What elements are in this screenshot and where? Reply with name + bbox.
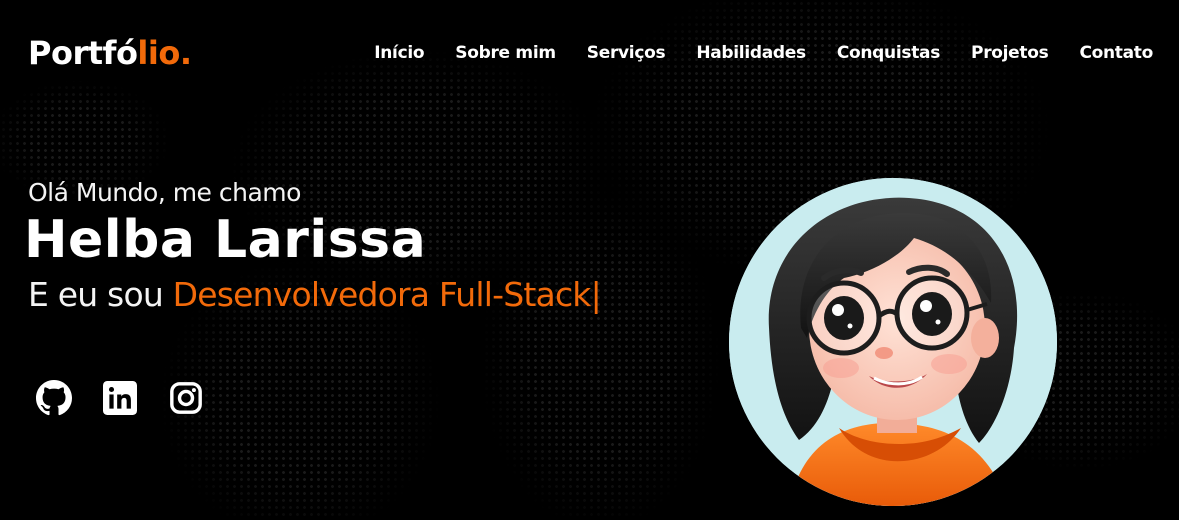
nav-projetos[interactable]: Projetos: [971, 43, 1049, 63]
nav-contato[interactable]: Contato: [1079, 43, 1153, 63]
site-header: Portfólio. Início Sobre mim Serviços Hab…: [0, 0, 1179, 106]
nav-sobre-mim[interactable]: Sobre mim: [455, 43, 556, 63]
nav-habilidades[interactable]: Habilidades: [696, 43, 806, 63]
nav-inicio[interactable]: Início: [374, 43, 424, 63]
hero-greeting: Olá Mundo, me chamo: [28, 178, 301, 207]
linkedin-icon: [103, 381, 137, 415]
logo[interactable]: Portfólio.: [28, 34, 192, 72]
social-links: [36, 380, 204, 416]
avatar-illustration: [729, 178, 1057, 506]
instagram-link[interactable]: [168, 380, 204, 416]
instagram-icon: [170, 382, 202, 414]
typing-cursor: |: [590, 275, 602, 314]
role-typed: Desenvolvedora Full-Stack: [172, 275, 592, 314]
logo-accent: lio.: [137, 34, 192, 72]
hero-name: Helba Larissa: [24, 210, 427, 270]
logo-main: Portfó: [28, 34, 138, 72]
nav-servicos[interactable]: Serviços: [587, 43, 666, 63]
hero-role: E eu sou Desenvolvedora Full-Stack|: [28, 275, 602, 314]
main-nav: Início Sobre mim Serviços Habilidades Co…: [374, 43, 1153, 63]
nav-conquistas[interactable]: Conquistas: [837, 43, 941, 63]
github-icon: [36, 380, 72, 416]
role-prefix: E eu sou: [28, 275, 173, 314]
linkedin-link[interactable]: [102, 380, 138, 416]
hero-section: Olá Mundo, me chamo Helba Larissa E eu s…: [24, 178, 602, 314]
github-link[interactable]: [36, 380, 72, 416]
avatar: [729, 178, 1057, 506]
